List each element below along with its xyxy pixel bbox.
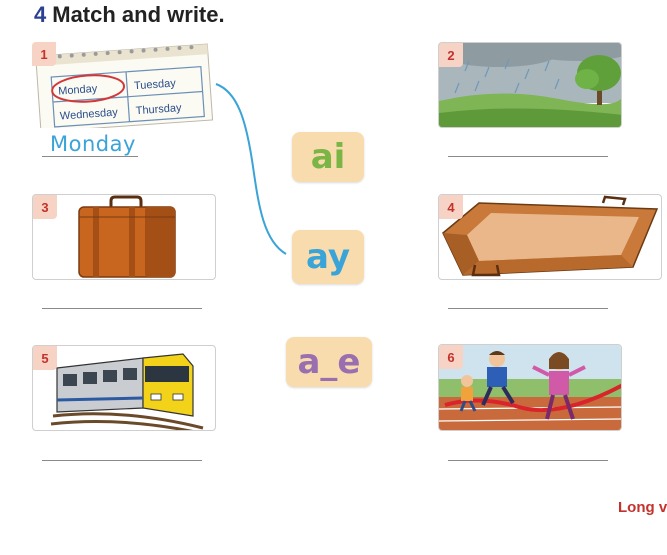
sound-tile-a-e[interactable]: a_e xyxy=(286,337,372,387)
card-number-badge: 3 xyxy=(33,195,57,219)
sound-tile-a-e-text: a_e xyxy=(297,342,361,382)
answer-line-5[interactable] xyxy=(42,460,202,461)
sound-tile-ai-text: ai xyxy=(310,137,346,177)
tray-picture xyxy=(442,195,659,277)
card-number-badge: 2 xyxy=(439,43,463,67)
picture-card-1: 1 Monday Tuesday Wednesday Thursday xyxy=(32,42,215,128)
answer-text-1: Monday xyxy=(50,132,136,156)
sound-tile-ay[interactable]: ay xyxy=(292,230,364,284)
card-number-badge: 1 xyxy=(32,42,56,66)
footer-note: Long v xyxy=(618,499,667,516)
picture-card-4: 4 xyxy=(438,194,662,280)
picture-card-6: 6 xyxy=(438,344,622,431)
answer-line-3[interactable] xyxy=(42,308,202,309)
answer-line-6[interactable] xyxy=(448,460,608,461)
picture-card-2: 2 xyxy=(438,42,622,128)
sound-tile-ai[interactable]: ai xyxy=(292,132,364,182)
calendar-picture: Monday Tuesday Wednesday Thursday xyxy=(35,43,214,128)
card-number-badge: 5 xyxy=(33,346,57,370)
answer-line-4[interactable] xyxy=(448,308,608,309)
picture-card-5: 5 xyxy=(32,345,216,431)
race-picture xyxy=(439,345,621,430)
answer-line-1[interactable] xyxy=(42,156,138,157)
card-number-badge: 6 xyxy=(439,345,463,369)
picture-card-3: 3 xyxy=(32,194,216,280)
answer-line-2[interactable] xyxy=(448,156,608,157)
card-number-badge: 4 xyxy=(439,195,463,219)
suitcase-picture xyxy=(78,195,176,278)
rain-picture xyxy=(439,43,621,127)
sound-tile-ay-text: ay xyxy=(305,237,351,277)
train-picture xyxy=(50,353,204,430)
